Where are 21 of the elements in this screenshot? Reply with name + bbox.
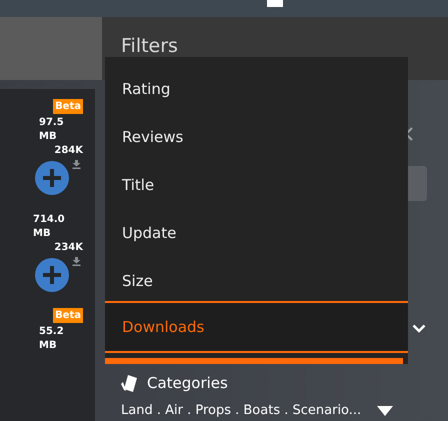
file-size: 97.5 MB [39,116,65,144]
download-count: 234K [54,241,83,255]
menu-item[interactable]: Rating [105,65,408,113]
file-size: 55.2 MB [39,325,65,353]
menu-item[interactable]: Title [105,161,408,209]
categories-value[interactable]: Land . Air . Props . Boats . Scenario... [121,403,362,419]
file-size: 714.0 MB [33,213,66,241]
download-count: 284K [54,144,83,158]
beta-badge: Beta [53,308,83,323]
download-icon [72,257,81,266]
add-button[interactable] [35,258,69,292]
chevron-down-icon[interactable] [412,324,426,333]
add-button[interactable] [35,161,69,195]
menu-item[interactable]: Update [105,209,408,257]
beta-badge: Beta [53,99,83,114]
menu-item[interactable]: Downloads [105,301,408,353]
download-icon [72,160,81,169]
categories-label: Categories [147,374,228,392]
menu-item[interactable]: Reviews [105,113,408,161]
caret-down-icon[interactable] [377,406,394,416]
panel-title: Filters [121,35,178,57]
